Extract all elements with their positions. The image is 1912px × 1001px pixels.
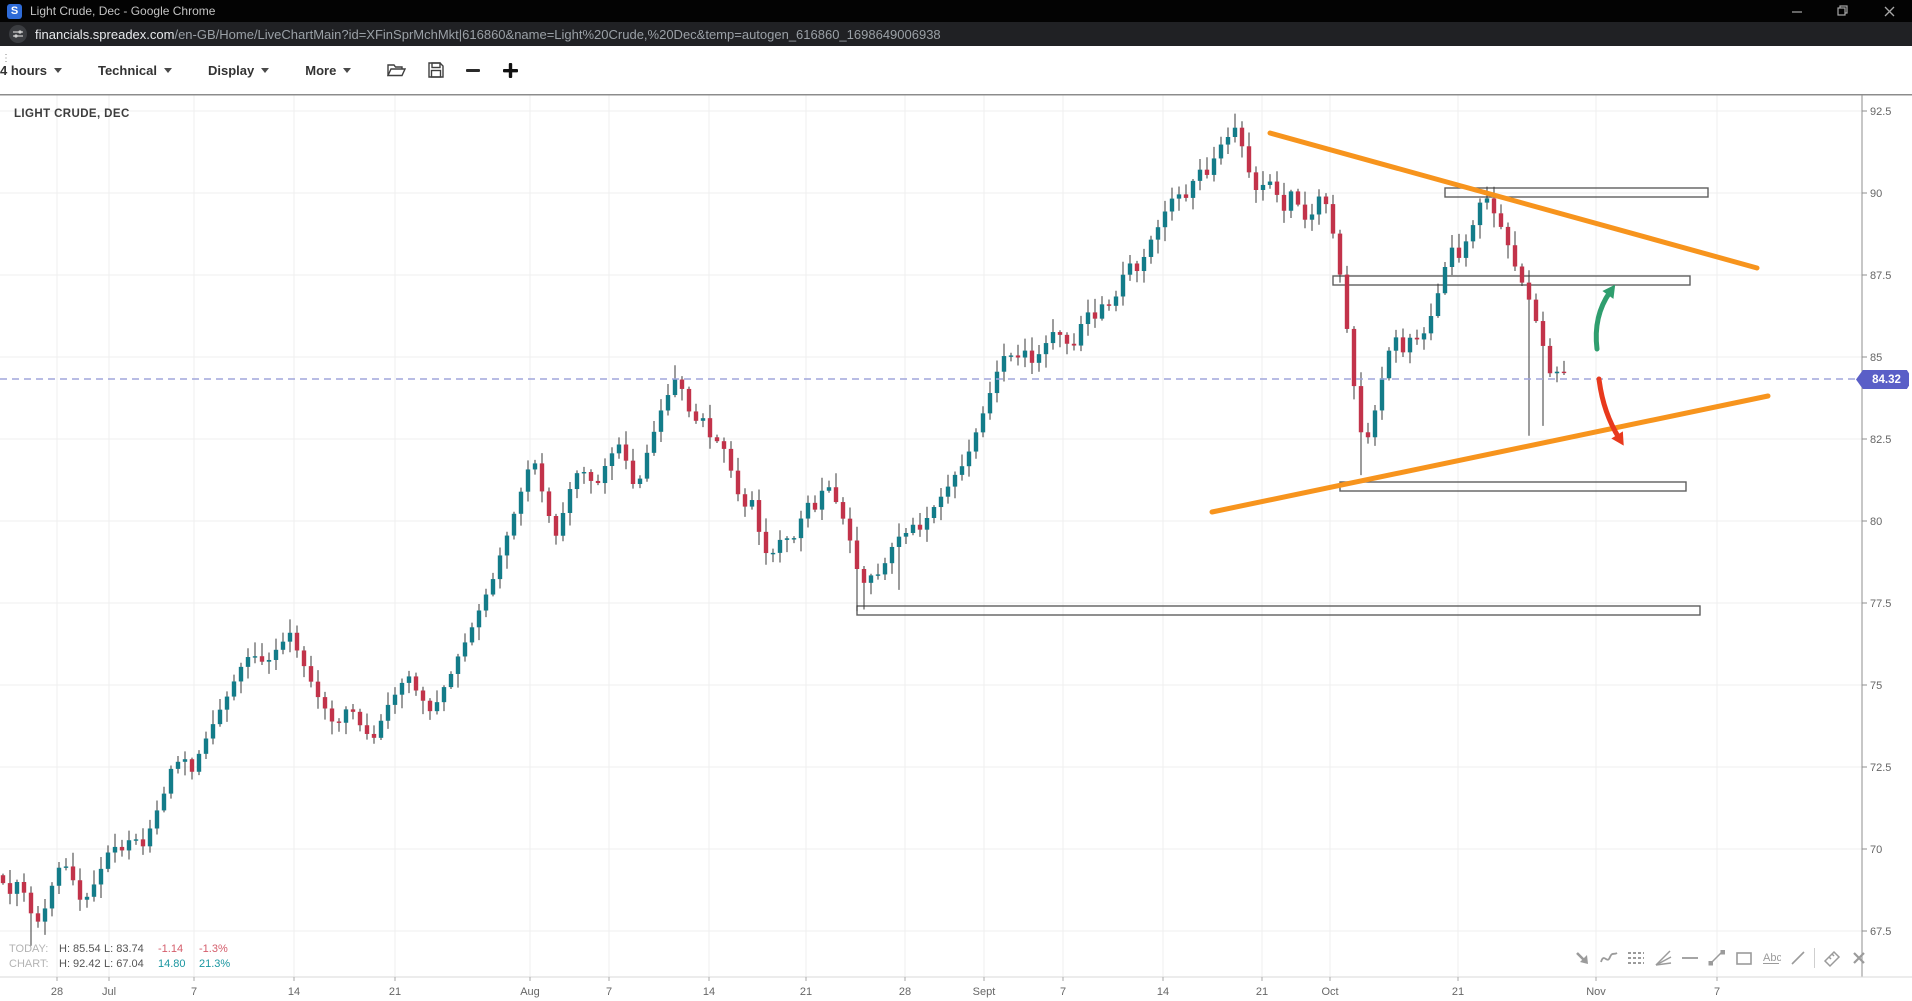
minimize-icon[interactable] — [1774, 0, 1820, 22]
candlestick-series — [1, 114, 1566, 946]
display-label: Display — [208, 63, 254, 78]
text-abc-icon[interactable]: Abc — [1757, 947, 1784, 969]
svg-text:Jul: Jul — [102, 986, 116, 998]
zoom-out-icon[interactable] — [466, 63, 481, 78]
chart-high: H: 92.42 — [59, 958, 104, 970]
chart-stats-row: CHART: H: 92.42 L: 67.04 14.80 21.3% — [9, 956, 247, 971]
technical-label: Technical — [98, 63, 157, 78]
address-bar[interactable]: financials.spreadex.com/en-GB/Home/LiveC… — [0, 22, 1912, 46]
support-resistance-boxes[interactable] — [857, 188, 1708, 615]
close-icon[interactable] — [1845, 947, 1872, 969]
site-settings-icon[interactable] — [9, 25, 27, 43]
svg-text:87.5: 87.5 — [1870, 270, 1891, 282]
today-label: TODAY: — [9, 943, 59, 955]
svg-text:80: 80 — [1870, 516, 1882, 528]
chevron-down-icon — [261, 68, 269, 73]
orange-trendlines[interactable] — [1212, 133, 1768, 512]
chart-change-pct: 21.3% — [199, 958, 247, 970]
svg-text:7: 7 — [606, 986, 612, 998]
window-controls — [1774, 0, 1912, 22]
last-price-badge: 84.32 — [1856, 370, 1909, 389]
curve-icon[interactable] — [1595, 947, 1622, 969]
window-titlebar[interactable]: S Light Crude, Dec - Google Chrome — [0, 0, 1912, 22]
more-dropdown[interactable]: More — [305, 63, 351, 78]
window-title: Light Crude, Dec - Google Chrome — [30, 4, 215, 18]
svg-text:77.5: 77.5 — [1870, 598, 1891, 610]
svg-text:92.5: 92.5 — [1870, 106, 1891, 118]
spreadex-favicon: S — [7, 4, 22, 19]
fan-lines-icon[interactable] — [1649, 947, 1676, 969]
ruler-icon[interactable] — [1818, 947, 1845, 969]
ohlc-info-panel: TODAY: H: 85.54 L: 83.74 -1.14 -1.3% CHA… — [9, 941, 247, 971]
chevron-down-icon — [343, 68, 351, 73]
svg-text:67.5: 67.5 — [1870, 926, 1891, 938]
today-change-pct: -1.3% — [199, 943, 247, 955]
svg-text:7: 7 — [1060, 986, 1066, 998]
chart-low: L: 67.04 — [104, 958, 158, 970]
drag-handle[interactable]: ⋮ — [1, 54, 11, 63]
today-high: H: 85.54 — [59, 943, 104, 955]
trend-segment-icon[interactable] — [1703, 947, 1730, 969]
horizontal-line-icon[interactable] — [1676, 947, 1703, 969]
svg-text:Nov: Nov — [1586, 986, 1606, 998]
svg-text:72.5: 72.5 — [1870, 762, 1891, 774]
svg-text:Sept: Sept — [973, 986, 996, 998]
svg-text:14: 14 — [703, 986, 715, 998]
svg-text:7: 7 — [1714, 986, 1720, 998]
close-icon[interactable] — [1866, 0, 1912, 22]
gridlines — [0, 95, 1912, 977]
chart-instrument-title: LIGHT CRUDE, DEC — [14, 108, 130, 120]
today-change: -1.14 — [158, 943, 199, 955]
svg-text:14: 14 — [288, 986, 300, 998]
svg-text:21: 21 — [800, 986, 812, 998]
chevron-down-icon — [164, 68, 172, 73]
zoom-in-icon[interactable] — [503, 63, 518, 78]
svg-text:90: 90 — [1870, 188, 1882, 200]
restore-icon[interactable] — [1820, 0, 1866, 22]
url-path: /en-GB/Home/LiveChartMain?id=XFinSprMchM… — [174, 27, 940, 42]
svg-text:Aug: Aug — [520, 986, 540, 998]
svg-text:75: 75 — [1870, 680, 1882, 692]
technical-dropdown[interactable]: Technical — [98, 63, 172, 78]
timeframe-dropdown[interactable]: 4 hours — [0, 63, 62, 78]
svg-text:21: 21 — [389, 986, 401, 998]
svg-text:7: 7 — [191, 986, 197, 998]
timeframe-label: 4 hours — [0, 63, 47, 78]
rectangle-icon[interactable] — [1730, 947, 1757, 969]
direction-arrows[interactable] — [1596, 285, 1623, 446]
chart-change: 14.80 — [158, 958, 199, 970]
toolbar-separator — [1814, 948, 1815, 968]
chevron-down-icon — [54, 68, 62, 73]
more-label: More — [305, 63, 336, 78]
svg-text:Oct: Oct — [1321, 986, 1338, 998]
save-icon[interactable] — [428, 62, 444, 78]
svg-text:28: 28 — [51, 986, 63, 998]
chart-label: CHART: — [9, 958, 59, 970]
svg-text:21: 21 — [1452, 986, 1464, 998]
drawing-tools-toolbar: Abc — [1568, 947, 1872, 969]
price-chart-canvas[interactable]: 92.5 90 87.5 85 82.5 80 77.5 75 72.5 70 67.5 28 Jul 7… — [0, 94, 1912, 1001]
svg-text:Abc: Abc — [1763, 952, 1781, 964]
today-low: L: 83.74 — [104, 943, 158, 955]
svg-text:85: 85 — [1870, 352, 1882, 364]
diagonal-line-icon[interactable] — [1784, 947, 1811, 969]
svg-text:82.5: 82.5 — [1870, 434, 1891, 446]
chart-toolbar: ⋮ 4 hours Technical Display More — [0, 46, 1912, 95]
svg-text:14: 14 — [1157, 986, 1169, 998]
url-host: financials.spreadex.com — [35, 27, 174, 42]
arrow-icon[interactable] — [1568, 947, 1595, 969]
svg-text:28: 28 — [899, 986, 911, 998]
open-folder-icon[interactable] — [387, 62, 406, 78]
table-grid-icon[interactable] — [1622, 947, 1649, 969]
svg-text:21: 21 — [1256, 986, 1268, 998]
today-stats-row: TODAY: H: 85.54 L: 83.74 -1.14 -1.3% — [9, 941, 247, 956]
svg-text:70: 70 — [1870, 844, 1882, 856]
display-dropdown[interactable]: Display — [208, 63, 269, 78]
